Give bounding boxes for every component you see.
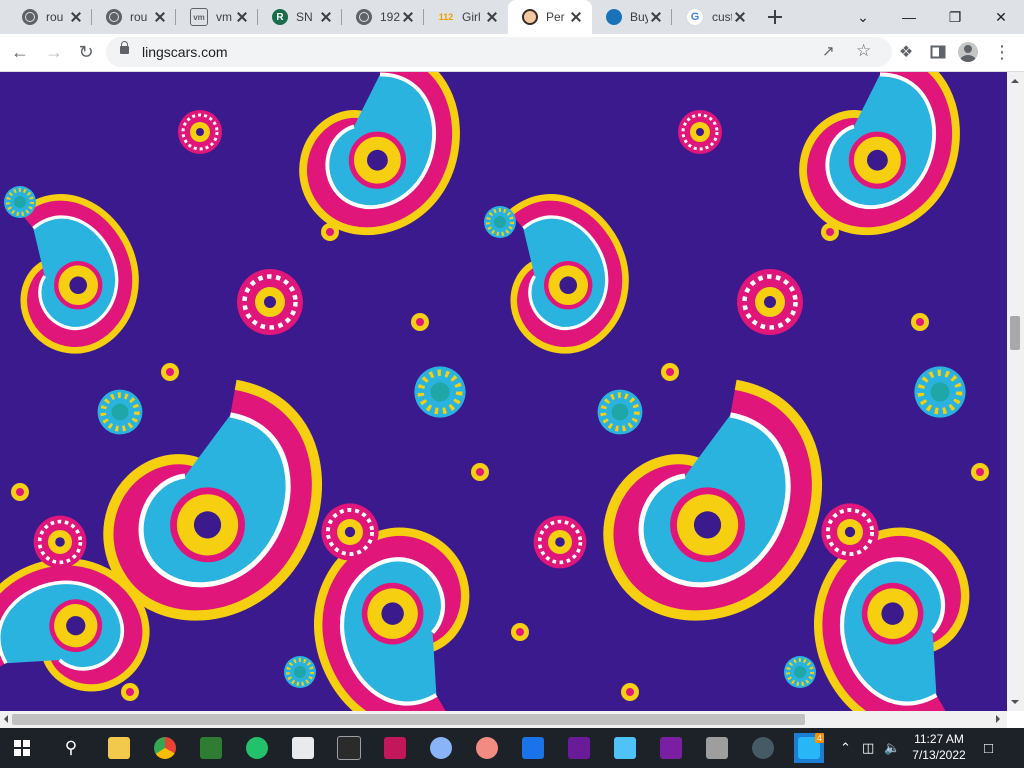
chrome-icon[interactable] [150,733,180,763]
tab-title: Girl [462,10,481,24]
notepad-icon[interactable] [610,733,640,763]
browser-tab[interactable]: rou [8,0,92,34]
show-hidden-icons-icon[interactable]: ⌃ [840,740,851,756]
tab-search-icon[interactable]: ⌄ [840,0,886,34]
photos-icon[interactable] [288,733,318,763]
browser-tab[interactable]: rou [92,0,176,34]
tab-title: Per [546,10,565,24]
windows-taskbar: ⚲ 4 ⌃ ◫ 🔈 11:27 AM 7/13/2022 □ [0,728,1024,768]
scroll-up-arrow[interactable] [1011,75,1019,83]
r-logo-icon: R [272,9,288,25]
notification-badge: 4 [814,733,824,743]
close-tab-icon[interactable] [234,9,250,25]
paint-icon[interactable] [380,733,410,763]
browser-tab[interactable]: 192 [342,0,424,34]
close-window-button[interactable]: ✕ [978,0,1024,34]
globe-icon [106,9,122,25]
browser-tab[interactable]: Buy [592,0,672,34]
scroll-left-arrow[interactable] [0,715,8,723]
tab-title: Buy [630,10,648,24]
file-explorer-icon[interactable] [104,733,134,763]
horizontal-scroll-thumb[interactable] [12,714,805,725]
vertical-scroll-thumb[interactable] [1010,316,1020,350]
paisley-pattern-image [0,72,1007,711]
terminal-icon[interactable] [334,733,364,763]
vm-icon: vm [190,8,208,26]
google-icon: G [686,8,704,26]
remote-icon[interactable] [518,733,548,763]
browser-tab[interactable]: vm vm [176,0,258,34]
clock-time: 11:27 AM [914,732,964,746]
media-icon[interactable] [656,733,686,763]
spreadsheet-icon[interactable] [196,733,226,763]
tab-title: rou [46,10,64,24]
network-icon[interactable]: ◫ [862,740,874,756]
notifications-icon[interactable]: □ [984,740,993,757]
horizontal-scrollbar[interactable] [0,711,1007,728]
tab-title: 192 [380,10,400,24]
close-tab-icon[interactable] [732,9,748,25]
tab-strip: rou rou vm vm R SN 192 112 Girl Per Buy … [0,0,1024,34]
side-panel-icon[interactable] [924,38,952,66]
volume-icon[interactable]: 🔈 [884,740,900,756]
reload-button[interactable]: ↻ [72,38,100,66]
close-tab-icon[interactable] [68,9,84,25]
globe-icon [22,9,38,25]
minimize-button[interactable]: — [886,0,932,34]
windows-start-button[interactable] [14,740,30,756]
buy-logo-icon [606,9,622,25]
menu-kebab-icon[interactable]: ⋮ [988,38,1016,66]
tab-title: rou [130,10,148,24]
tab-title: vm [216,10,232,24]
close-tab-icon[interactable] [568,9,584,25]
restore-button[interactable]: ❐ [932,0,978,34]
browser-tab[interactable]: G custom [672,0,756,34]
share-icon[interactable]: ↗ [822,42,835,60]
tab-title: SN [296,10,313,24]
tab-title: custom [712,10,732,24]
vertical-scrollbar[interactable] [1007,72,1024,711]
extensions-icon[interactable]: ❖ [892,38,920,66]
close-tab-icon[interactable] [318,9,334,25]
page-content [0,72,1007,711]
browser-toolbar: ← → ↻ lingscars.com ↗ ☆ ❖ ⋮ [0,34,1024,72]
person-icon[interactable] [748,733,778,763]
design-icon[interactable] [472,733,502,763]
globe-icon [356,9,372,25]
url-text[interactable]: lingscars.com [142,44,228,60]
112-logo-icon: 112 [438,12,454,22]
new-tab-button[interactable] [765,7,785,27]
sync-app-icon[interactable] [242,733,272,763]
bookmark-star-icon[interactable]: ☆ [856,41,871,61]
close-tab-icon[interactable] [152,9,168,25]
gnome-icon[interactable] [702,733,732,763]
lock-icon[interactable] [120,41,129,54]
browser-tab-active[interactable]: Per [508,0,592,34]
face-avatar-icon [522,9,538,25]
close-tab-icon[interactable] [648,9,664,25]
close-tab-icon[interactable] [400,9,416,25]
terminal2-icon[interactable] [564,733,594,763]
scroll-right-arrow[interactable] [996,715,1004,723]
system-clock[interactable]: 11:27 AM 7/13/2022 [906,731,972,763]
browser-tab[interactable]: R SN [258,0,342,34]
browser-tab[interactable]: 112 Girl [424,0,508,34]
back-button[interactable]: ← [6,38,34,66]
search-icon[interactable]: ⚲ [56,733,86,763]
palette-icon[interactable] [426,733,456,763]
close-tab-icon[interactable] [484,9,500,25]
app-icon[interactable]: 4 [794,733,824,763]
profile-avatar[interactable] [958,42,978,62]
clock-date: 7/13/2022 [912,748,966,762]
forward-button[interactable]: → [40,38,68,66]
scroll-down-arrow[interactable] [1011,700,1019,708]
address-bar[interactable]: lingscars.com ↗ ☆ [106,37,892,67]
